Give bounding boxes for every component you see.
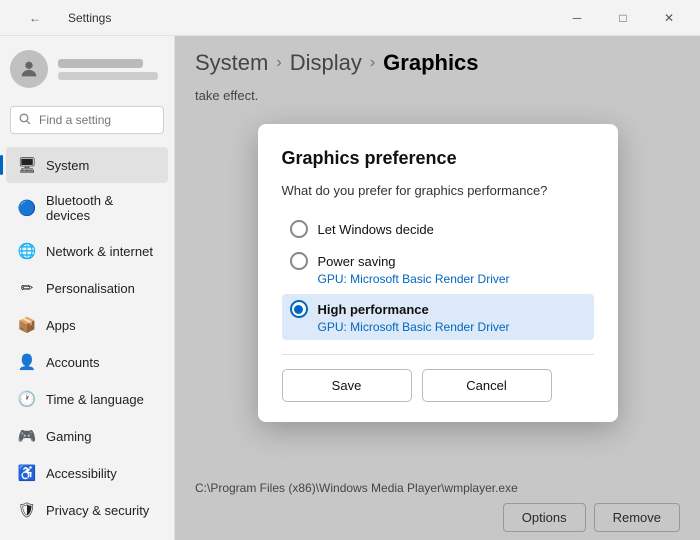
sidebar-label-personalisation: Personalisation — [46, 281, 135, 296]
sidebar-label-privacy: Privacy & security — [46, 503, 149, 518]
radio-sub-high_performance: GPU: Microsoft Basic Render Driver — [318, 320, 586, 334]
sidebar-label-apps: Apps — [46, 318, 76, 333]
modal-divider — [282, 354, 594, 355]
sidebar-item-accounts[interactable]: 👤 Accounts — [6, 344, 168, 380]
titlebar: ← Settings ─ □ ✕ — [0, 0, 700, 36]
modal-actions: Save Cancel — [282, 369, 594, 402]
main-content: System›Display›Graphics take effect. C:\… — [175, 36, 700, 540]
accounts-icon: 👤 — [18, 353, 36, 371]
user-name — [58, 59, 143, 68]
radio-label-high_performance: High performance — [318, 302, 429, 317]
personalisation-icon: ✏ — [18, 279, 36, 297]
system-icon: 🖥 — [18, 156, 36, 174]
privacy-icon: 🛡 — [18, 501, 36, 519]
save-button[interactable]: Save — [282, 369, 412, 402]
sidebar: 🖥 System 🔵 Bluetooth & devices 🌐 Network… — [0, 36, 175, 540]
radio-option-power_saving[interactable]: Power saving GPU: Microsoft Basic Render … — [282, 246, 594, 292]
sidebar-label-accounts: Accounts — [46, 355, 99, 370]
radio-circle-power_saving — [290, 252, 308, 270]
radio-label-windows_decide: Let Windows decide — [318, 222, 434, 237]
sidebar-label-bluetooth: Bluetooth & devices — [46, 193, 156, 223]
app-container: 🖥 System 🔵 Bluetooth & devices 🌐 Network… — [0, 36, 700, 540]
network-icon: 🌐 — [18, 242, 36, 260]
nav-items: 🖥 System 🔵 Bluetooth & devices 🌐 Network… — [0, 142, 174, 540]
user-email — [58, 72, 158, 80]
user-info — [58, 59, 158, 80]
user-profile[interactable] — [0, 36, 174, 102]
avatar — [10, 50, 48, 88]
radio-circle-windows_decide — [290, 220, 308, 238]
search-box — [10, 106, 164, 134]
radio-label-power_saving: Power saving — [318, 254, 396, 269]
radio-option-high_performance[interactable]: High performance GPU: Microsoft Basic Ren… — [282, 294, 594, 340]
sidebar-item-system[interactable]: 🖥 System — [6, 147, 168, 183]
maximize-icon: □ — [619, 11, 626, 25]
minimize-button[interactable]: ─ — [554, 0, 600, 36]
radio-sub-power_saving: GPU: Microsoft Basic Render Driver — [318, 272, 586, 286]
sidebar-label-gaming: Gaming — [46, 429, 92, 444]
radio-circle-high_performance — [290, 300, 308, 318]
sidebar-label-time: Time & language — [46, 392, 144, 407]
app-title: Settings — [68, 11, 111, 25]
sidebar-item-accessibility[interactable]: ♿ Accessibility — [6, 455, 168, 491]
bluetooth-icon: 🔵 — [18, 199, 36, 217]
back-icon: ← — [29, 11, 41, 25]
graphics-preference-modal: Graphics preference What do you prefer f… — [258, 124, 618, 422]
time-icon: 🕐 — [18, 390, 36, 408]
sidebar-item-time[interactable]: 🕐 Time & language — [6, 381, 168, 417]
sidebar-item-apps[interactable]: 📦 Apps — [6, 307, 168, 343]
window-controls: ─ □ ✕ — [554, 0, 692, 36]
maximize-button[interactable]: □ — [600, 0, 646, 36]
gaming-icon: 🎮 — [18, 427, 36, 445]
search-icon — [18, 112, 31, 128]
search-input[interactable] — [10, 106, 164, 134]
modal-backdrop: Graphics preference What do you prefer f… — [175, 36, 700, 540]
modal-question: What do you prefer for graphics performa… — [282, 183, 594, 198]
cancel-button[interactable]: Cancel — [422, 369, 552, 402]
back-button[interactable]: ← — [12, 0, 58, 36]
sidebar-item-privacy[interactable]: 🛡 Privacy & security — [6, 492, 168, 528]
sidebar-item-network[interactable]: 🌐 Network & internet — [6, 233, 168, 269]
modal-title: Graphics preference — [282, 148, 594, 169]
radio-options: Let Windows decide Power saving GPU: Micro… — [282, 214, 594, 340]
minimize-icon: ─ — [573, 11, 582, 25]
titlebar-left: ← Settings — [12, 0, 111, 36]
sidebar-item-personalisation[interactable]: ✏ Personalisation — [6, 270, 168, 306]
sidebar-item-windows_update[interactable]: ⊞ Windows Update — [6, 529, 168, 540]
radio-option-windows_decide[interactable]: Let Windows decide — [282, 214, 594, 244]
sidebar-item-bluetooth[interactable]: 🔵 Bluetooth & devices — [6, 184, 168, 232]
close-icon: ✕ — [664, 11, 674, 25]
sidebar-item-gaming[interactable]: 🎮 Gaming — [6, 418, 168, 454]
close-button[interactable]: ✕ — [646, 0, 692, 36]
apps-icon: 📦 — [18, 316, 36, 334]
sidebar-label-accessibility: Accessibility — [46, 466, 117, 481]
accessibility-icon: ♿ — [18, 464, 36, 482]
sidebar-label-network: Network & internet — [46, 244, 153, 259]
sidebar-label-system: System — [46, 158, 89, 173]
